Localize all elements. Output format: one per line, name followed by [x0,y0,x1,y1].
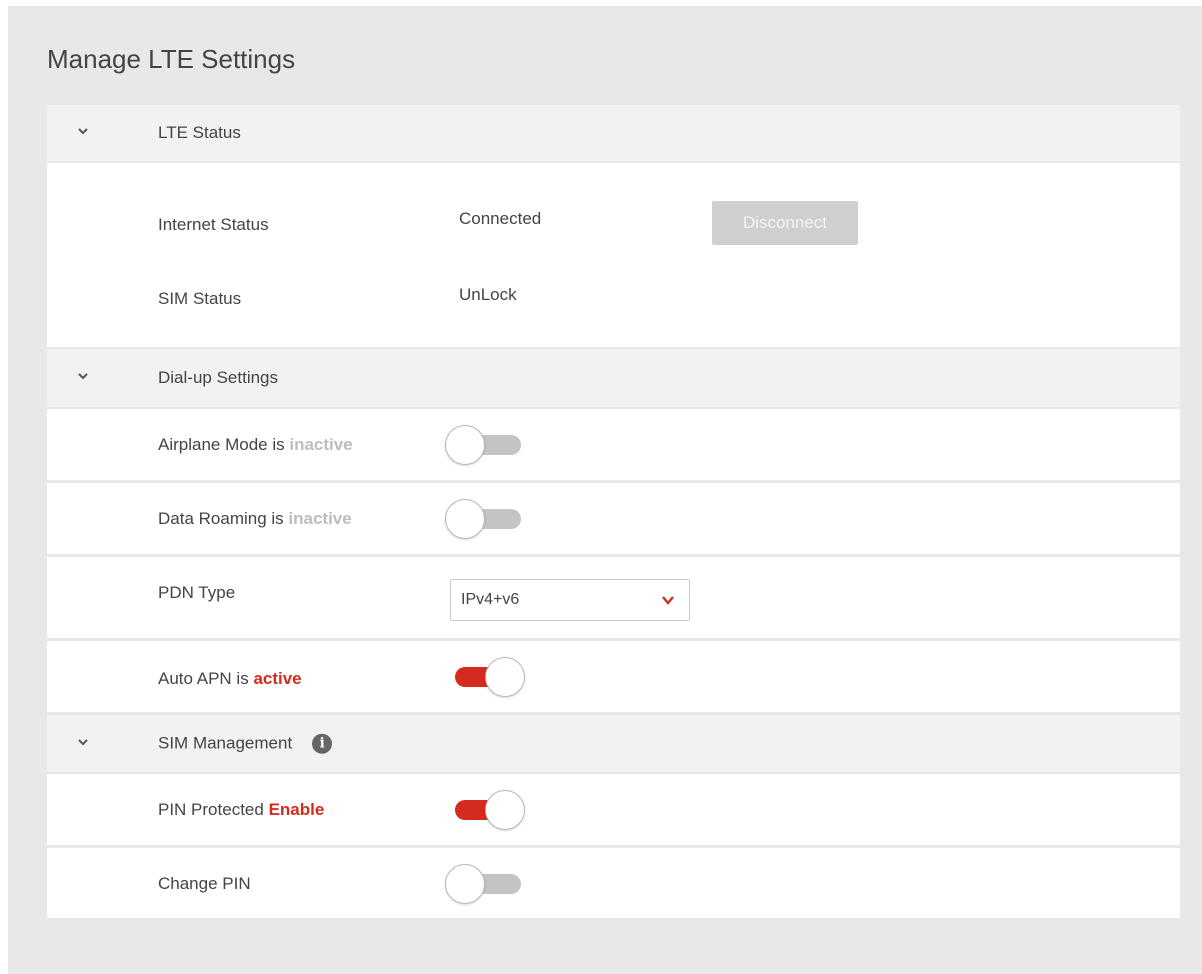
sim-status-value: UnLock [459,285,517,304]
data-roaming-row: Data Roaming is inactive [47,483,1180,554]
pdn-type-value: IPv4+v6 [461,591,520,608]
chevron-down-icon[interactable] [77,125,89,137]
pin-protected-label: PIN Protected Enable [158,800,324,820]
lte-status-panel: Internet Status Connected Disconnect SIM… [47,163,1180,347]
change-pin-label: Change PIN [158,874,251,893]
page-title: Manage LTE Settings [47,44,296,74]
chevron-down-icon [662,596,674,605]
change-pin-toggle[interactable] [445,862,527,906]
auto-apn-toggle[interactable] [445,655,527,699]
airplane-mode-row: Airplane Mode is inactive [47,409,1180,480]
pdn-type-row: PDN Type IPv4+v6 [47,557,1180,638]
pin-protected-prefix: PIN Protected [158,800,269,819]
section-label-sim-management: SIM Management i [158,733,333,754]
toggle-knob [445,425,485,465]
pdn-type-label: PDN Type [158,583,236,602]
auto-apn-prefix: Auto APN is [158,669,254,688]
airplane-mode-state: inactive [289,435,353,454]
chevron-down-icon[interactable] [77,370,89,382]
pin-protected-state: Enable [268,800,325,819]
data-roaming-label: Data Roaming is inactive [158,509,352,529]
sim-management-title: SIM Management [158,733,293,753]
internet-status-label: Internet Status [158,215,269,234]
data-roaming-toggle[interactable] [445,497,527,541]
sim-status-label: SIM Status [158,289,242,308]
section-header-sim-management[interactable]: SIM Management i [47,715,1180,772]
change-pin-row: Change PIN [47,848,1180,918]
data-roaming-state: inactive [288,509,352,528]
section-header-dialup-settings[interactable]: Dial-up Settings [47,349,1180,407]
airplane-mode-toggle[interactable] [445,423,527,467]
airplane-mode-label: Airplane Mode is inactive [158,435,353,455]
internet-status-value: Connected [459,209,542,228]
info-circle-icon[interactable]: i [312,733,333,754]
auto-apn-label: Auto APN is active [158,669,302,689]
section-header-lte-status[interactable]: LTE Status [47,105,1180,161]
airplane-mode-prefix: Airplane Mode is [158,435,290,454]
disconnect-button[interactable]: Disconnect [712,201,858,245]
toggle-knob [485,790,525,830]
toggle-knob [445,499,485,539]
pdn-type-select[interactable]: IPv4+v6 [450,579,690,621]
section-label-dialup-settings: Dial-up Settings [158,368,279,387]
auto-apn-row: Auto APN is active [47,641,1180,712]
auto-apn-state: active [253,669,302,688]
data-roaming-prefix: Data Roaming is [158,509,289,528]
pin-protected-row: PIN Protected Enable [47,774,1180,845]
pin-protected-toggle[interactable] [445,788,527,832]
section-label-lte-status: LTE Status [158,123,241,142]
chevron-down-icon[interactable] [77,736,89,748]
toggle-knob [445,864,485,904]
toggle-knob [485,657,525,697]
